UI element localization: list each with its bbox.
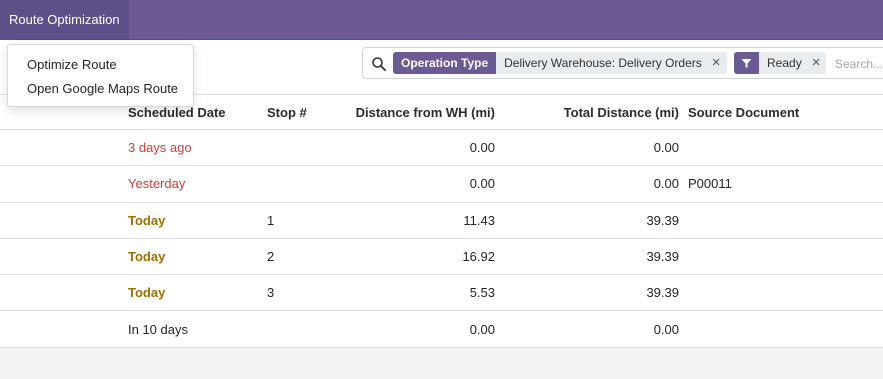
table-row[interactable]: Today 1 11.43 39.39 (0, 203, 883, 239)
filter-icon (734, 52, 759, 74)
route-optimization-menu[interactable]: Route Optimization (0, 0, 129, 39)
source-document-cell: P00011 (688, 176, 732, 192)
facet-values: Delivery Warehouse: Delivery Orders × (496, 52, 727, 74)
search-input[interactable] (835, 54, 883, 74)
table-row[interactable]: In 10 days 0.00 0.00 (0, 311, 883, 348)
total-distance-cell: 39.39 (646, 285, 679, 301)
table-row[interactable]: 3 days ago 0.00 0.00 (0, 130, 883, 167)
column-header-source-document[interactable]: Source Document (688, 95, 799, 129)
facet-operation-type: Operation Type Delivery Warehouse: Deliv… (393, 52, 727, 74)
scheduled-date-cell: Today (128, 285, 166, 301)
total-distance-cell: 39.39 (646, 249, 679, 265)
distance-from-wh-cell: 16.92 (462, 249, 495, 265)
distance-from-wh-cell: 5.53 (469, 285, 495, 301)
total-distance-cell: 0.00 (653, 140, 679, 156)
route-optimization-dropdown: Optimize Route Open Google Maps Route (7, 44, 194, 107)
route-list-table: Scheduled Date Stop # Distance from WH (… (0, 95, 883, 348)
table-row[interactable]: Today 3 5.53 39.39 (0, 275, 883, 312)
total-distance-cell: 39.39 (646, 212, 679, 228)
distance-from-wh-cell: 0.00 (469, 176, 495, 192)
scheduled-date-cell: Yesterday (128, 176, 186, 192)
column-header-total-distance[interactable]: Total Distance (mi) (564, 95, 679, 129)
stop-cell: 2 (267, 249, 275, 265)
menu-item-optimize-route[interactable]: Optimize Route (8, 53, 193, 77)
column-header-stop[interactable]: Stop # (267, 95, 307, 129)
scheduled-date-cell: Today (128, 212, 166, 228)
close-icon[interactable]: × (812, 52, 821, 74)
facet-ready-filter: Ready × (734, 52, 827, 74)
table-row[interactable]: Yesterday 0.00 0.00 P00011 (0, 166, 883, 203)
scheduled-date-cell: Today (128, 249, 166, 265)
top-navbar: Route Optimization (0, 0, 883, 40)
scheduled-date-cell: In 10 days (128, 321, 188, 337)
stop-cell: 3 (267, 285, 275, 301)
facet-value: Delivery Warehouse: Delivery Orders (504, 56, 702, 70)
distance-from-wh-cell: 0.00 (469, 321, 495, 337)
total-distance-cell: 0.00 (653, 321, 679, 337)
total-distance-cell: 0.00 (653, 176, 679, 192)
facet-label: Operation Type (393, 52, 497, 74)
search-icon[interactable] (371, 56, 387, 72)
column-header-distance-from-wh[interactable]: Distance from WH (mi) (356, 95, 495, 129)
table-row[interactable]: Today 2 16.92 39.39 (0, 239, 883, 276)
menu-item-open-google-maps-route[interactable]: Open Google Maps Route (8, 77, 193, 101)
facet-value: Ready (767, 56, 802, 70)
facet-values: Ready × (759, 52, 827, 74)
distance-from-wh-cell: 11.43 (463, 212, 495, 228)
distance-from-wh-cell: 0.00 (469, 140, 495, 156)
stop-cell: 1 (267, 212, 275, 228)
close-icon[interactable]: × (712, 52, 721, 74)
search-bar[interactable]: Operation Type Delivery Warehouse: Deliv… (362, 47, 883, 79)
scheduled-date-cell: 3 days ago (128, 140, 192, 156)
